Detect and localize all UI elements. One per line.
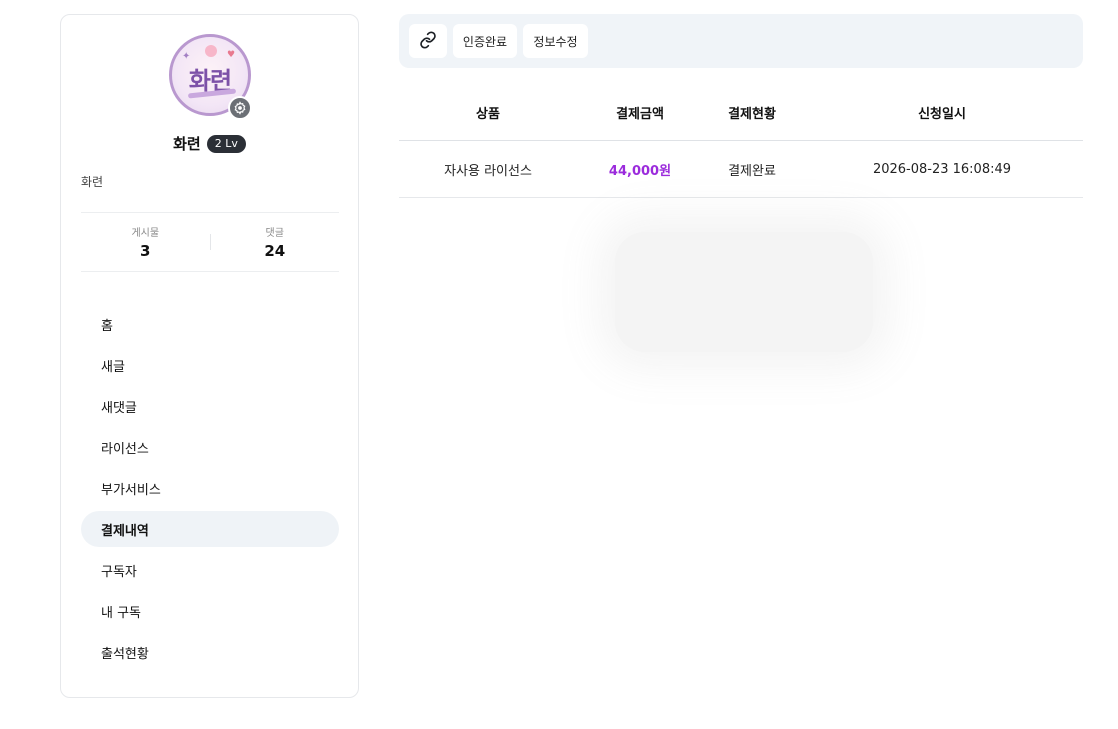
stat-posts-value: 3 bbox=[140, 242, 151, 260]
cell-status: 결제완료 bbox=[728, 163, 776, 179]
sidebar-item-license[interactable]: 라이선스 bbox=[81, 429, 339, 465]
profile-sidebar: ♥ ✦ 화련 화련 2 Lv 화련 게시물 3 댓글 24 홈 새글 새댓글 라… bbox=[60, 14, 359, 698]
sidebar-item-addon-services[interactable]: 부가서비스 bbox=[81, 470, 339, 506]
link-icon bbox=[419, 30, 437, 52]
stat-comments[interactable]: 댓글 24 bbox=[211, 224, 340, 260]
header-amount: 결제금액 bbox=[616, 106, 664, 122]
stat-posts[interactable]: 게시물 3 bbox=[81, 224, 210, 260]
copy-link-button[interactable] bbox=[409, 24, 447, 58]
profile-name: 화련 bbox=[173, 135, 201, 153]
cell-amount: 44,000원 bbox=[608, 163, 672, 179]
header-date: 신청일시 bbox=[918, 106, 966, 122]
verified-button[interactable]: 인증완료 bbox=[453, 24, 517, 58]
gear-icon[interactable] bbox=[228, 96, 252, 120]
profile-nickname: 화련 bbox=[81, 175, 104, 189]
table-row[interactable]: 자사용 라이선스 44,000원 결제완료 2026-08-23 16:08:4… bbox=[399, 141, 1083, 198]
stat-posts-label: 게시물 bbox=[131, 228, 160, 239]
sidebar-item-my-subscriptions[interactable]: 내 구독 bbox=[81, 593, 339, 629]
profile-stats: 게시물 3 댓글 24 bbox=[81, 212, 339, 272]
sidebar-item-new-posts[interactable]: 새글 bbox=[81, 347, 339, 383]
sidebar-menu: 홈 새글 새댓글 라이선스 부가서비스 결제내역 구독자 내 구독 출석현황 bbox=[81, 306, 339, 675]
edit-profile-button[interactable]: 정보수정 bbox=[523, 24, 588, 58]
header-status: 결제현황 bbox=[728, 106, 776, 122]
cell-product: 자사용 라이선스 bbox=[444, 163, 532, 179]
sidebar-item-subscribers[interactable]: 구독자 bbox=[81, 552, 339, 588]
stat-comments-label: 댓글 bbox=[265, 228, 284, 239]
header-product: 상품 bbox=[476, 106, 500, 122]
face-sticker bbox=[205, 45, 217, 57]
sidebar-item-payment-history[interactable]: 결제내역 bbox=[81, 511, 339, 547]
blurred-ad-placeholder bbox=[615, 232, 873, 352]
level-badge: 2 Lv bbox=[206, 134, 246, 153]
sidebar-item-home[interactable]: 홈 bbox=[81, 306, 339, 342]
sidebar-item-new-comments[interactable]: 새댓글 bbox=[81, 388, 339, 424]
avatar-wrap: ♥ ✦ 화련 bbox=[169, 34, 252, 120]
name-row: 화련 2 Lv bbox=[61, 133, 358, 154]
table-header: 상품 결제금액 결제현황 신청일시 bbox=[399, 84, 1083, 141]
profile-toolbar: 인증완료 정보수정 bbox=[399, 14, 1083, 68]
cell-date: 2026-08-23 16:08:49 bbox=[872, 161, 1012, 177]
heart-icon: ♥ bbox=[227, 50, 236, 60]
payment-table: 상품 결제금액 결제현황 신청일시 자사용 라이선스 44,000원 결제완료 … bbox=[399, 84, 1083, 198]
stat-comments-value: 24 bbox=[264, 242, 286, 260]
sidebar-item-attendance[interactable]: 출석현황 bbox=[81, 634, 339, 670]
